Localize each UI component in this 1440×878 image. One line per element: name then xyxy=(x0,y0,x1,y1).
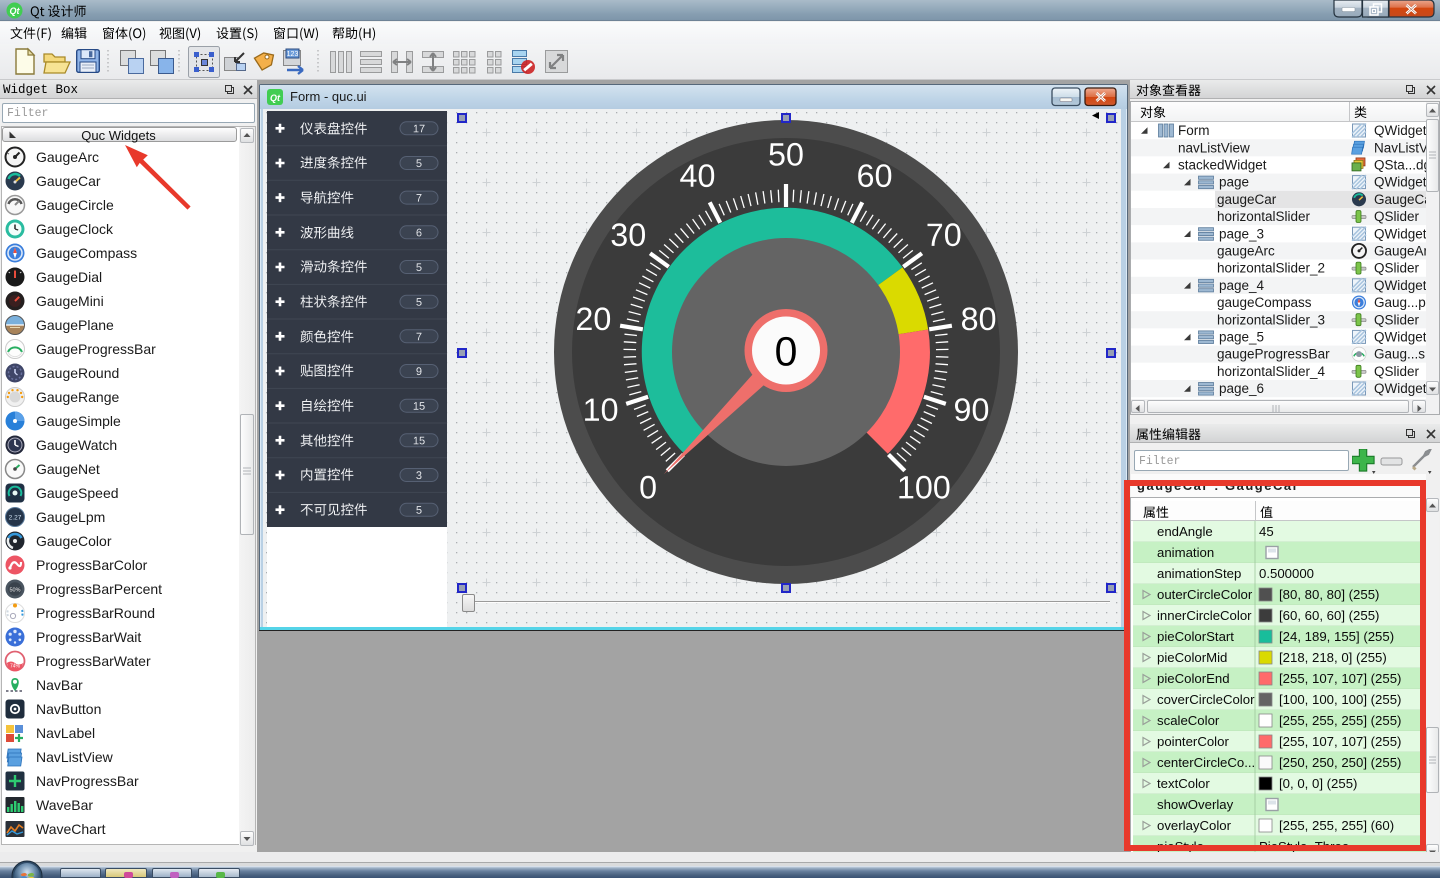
svg-text:horizontalSlider: horizontalSlider xyxy=(1217,209,1311,224)
svg-text:stackedWidget: stackedWidget xyxy=(1178,158,1267,173)
svg-text:GaugeArc: GaugeArc xyxy=(1374,244,1426,259)
svg-text:horizontalSlider_2: horizontalSlider_2 xyxy=(1217,261,1325,276)
svg-text:QSta...dg: QSta...dg xyxy=(1374,158,1426,173)
svg-text:Gaug...p: Gaug...p xyxy=(1374,295,1426,310)
svg-text:QSlider: QSlider xyxy=(1374,312,1420,327)
svg-text:QSlider: QSlider xyxy=(1374,261,1420,276)
svg-text:QWidget: QWidget xyxy=(1374,226,1426,241)
svg-text:gaugeArc: gaugeArc xyxy=(1217,244,1275,259)
svg-text:QWidget: QWidget xyxy=(1374,381,1426,396)
svg-text:QSlider: QSlider xyxy=(1374,209,1420,224)
svg-text:QWidget: QWidget xyxy=(1374,330,1426,345)
svg-text:page_3: page_3 xyxy=(1219,226,1264,241)
svg-text:QWidget: QWidget xyxy=(1374,123,1426,138)
svg-text:GaugeCar: GaugeCar xyxy=(1374,192,1426,207)
svg-text:Form: Form xyxy=(1178,123,1210,138)
svg-text:page_5: page_5 xyxy=(1219,330,1264,345)
svg-text:gaugeCompass: gaugeCompass xyxy=(1217,295,1312,310)
svg-text:gaugeCar: gaugeCar xyxy=(1217,192,1277,207)
svg-text:gaugeProgressBar: gaugeProgressBar xyxy=(1217,347,1330,362)
svg-text:Gaug...s: Gaug...s xyxy=(1374,347,1425,362)
svg-text:navListView: navListView xyxy=(1178,140,1250,155)
svg-text:horizontalSlider_3: horizontalSlider_3 xyxy=(1217,312,1325,327)
svg-text:page: page xyxy=(1219,175,1249,190)
svg-text:page_6: page_6 xyxy=(1219,381,1264,396)
svg-text:QSlider: QSlider xyxy=(1374,364,1420,379)
svg-text:horizontalSlider_4: horizontalSlider_4 xyxy=(1217,364,1326,379)
svg-text:QWidget: QWidget xyxy=(1374,175,1426,190)
svg-text:QWidget: QWidget xyxy=(1374,278,1426,293)
svg-text:page_4: page_4 xyxy=(1219,278,1265,293)
svg-text:NavListView: NavListView xyxy=(1374,140,1426,155)
